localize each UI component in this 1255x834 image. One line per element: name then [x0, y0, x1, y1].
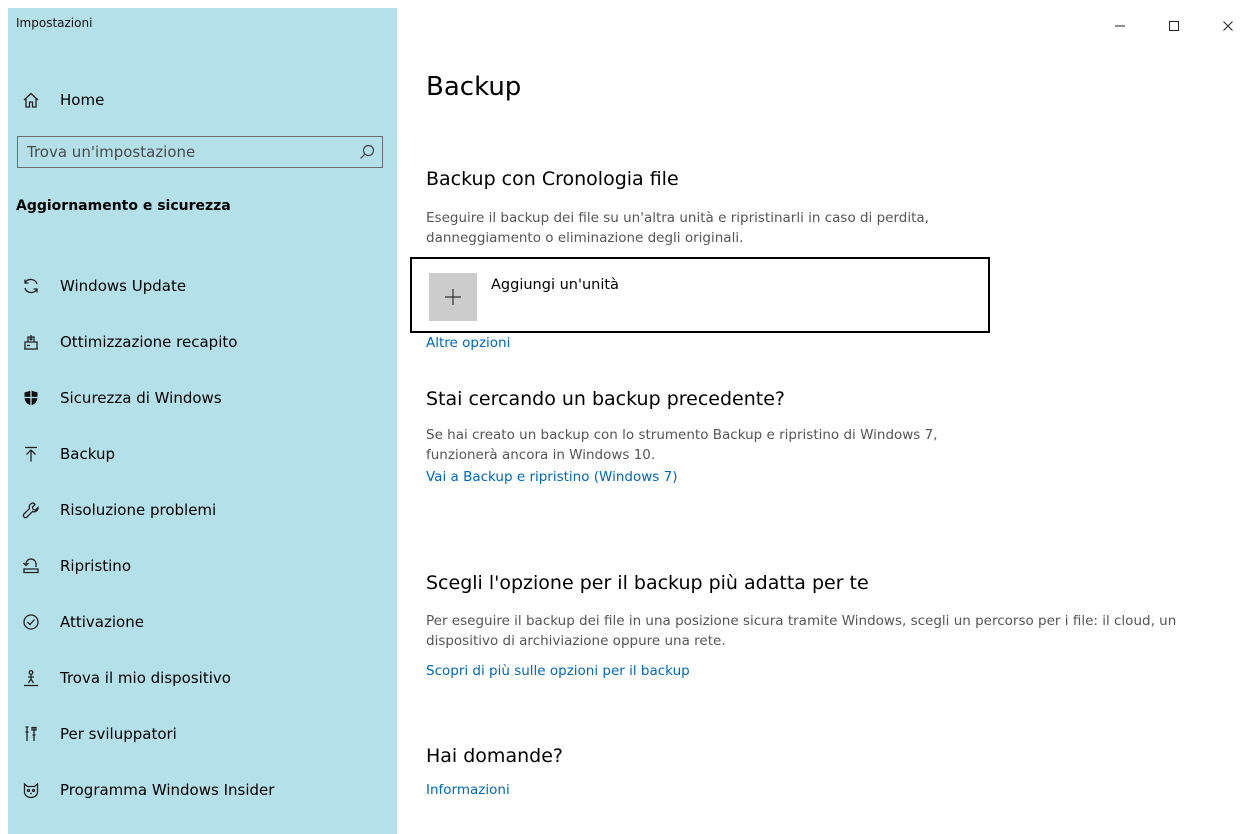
- wrench-icon: [16, 501, 46, 519]
- sidebar-item-find-my-device[interactable]: Trova il mio dispositivo: [8, 650, 397, 706]
- plus-icon: [429, 273, 477, 321]
- check-circle-icon: [16, 613, 46, 631]
- sidebar-nav: Windows Update Ottimizzazione recapito S…: [8, 258, 397, 818]
- shield-icon: [16, 389, 46, 407]
- sidebar-item-label: Home: [60, 91, 105, 109]
- questions-heading: Hai domande?: [426, 745, 563, 767]
- sidebar-item-label: Windows Update: [60, 277, 187, 295]
- choose-option-description: Per eseguire il backup dei file in una p…: [426, 613, 1177, 649]
- sidebar-item-backup[interactable]: Backup: [8, 426, 397, 482]
- sidebar-item-home[interactable]: Home: [16, 87, 104, 113]
- home-icon: [16, 91, 46, 109]
- sidebar: Impostazioni Home Aggiornamento e sicure…: [8, 8, 397, 834]
- sidebar-item-delivery-optimization[interactable]: Ottimizzazione recapito: [8, 314, 397, 370]
- maximize-icon: [1169, 21, 1179, 31]
- upload-arrow-icon: [16, 445, 46, 463]
- recovery-icon: [16, 557, 46, 575]
- sidebar-item-label: Ripristino: [60, 557, 131, 575]
- older-backup-description: Se hai creato un backup con lo strumento…: [426, 427, 938, 463]
- sidebar-item-label: Risoluzione problemi: [60, 501, 217, 519]
- search-icon[interactable]: [352, 143, 382, 161]
- sidebar-item-recovery[interactable]: Ripristino: [8, 538, 397, 594]
- learn-backup-options-link[interactable]: Scopri di più sulle opzioni per il backu…: [426, 663, 690, 679]
- add-drive-label: Aggiungi un'unità: [491, 277, 619, 293]
- sidebar-item-windows-insider[interactable]: Programma Windows Insider: [8, 762, 397, 818]
- refresh-icon: [16, 277, 46, 295]
- sidebar-item-windows-update[interactable]: Windows Update: [8, 258, 397, 314]
- info-link[interactable]: Informazioni: [426, 782, 510, 798]
- search-box[interactable]: [17, 136, 383, 168]
- sidebar-item-label: Programma Windows Insider: [60, 781, 275, 799]
- sidebar-item-label: Ottimizzazione recapito: [60, 333, 238, 351]
- sidebar-item-activation[interactable]: Attivazione: [8, 594, 397, 650]
- sidebar-item-label: Attivazione: [60, 613, 144, 631]
- page-title: Backup: [426, 72, 522, 102]
- insider-cat-icon: [16, 781, 46, 799]
- app-title: Impostazioni: [16, 16, 93, 30]
- sidebar-item-label: Backup: [60, 445, 115, 463]
- sidebar-item-developers[interactable]: Per sviluppatori: [8, 706, 397, 762]
- choose-option-heading: Scegli l'opzione per il backup più adatt…: [426, 572, 869, 594]
- file-history-heading: Backup con Cronologia file: [426, 168, 679, 190]
- delivery-optimization-icon: [16, 333, 46, 351]
- developer-tools-icon: [16, 725, 46, 743]
- older-backup-heading: Stai cercando un backup precedente?: [426, 388, 785, 410]
- more-options-link[interactable]: Altre opzioni: [426, 335, 510, 351]
- add-drive-button[interactable]: Aggiungi un'unità: [410, 257, 990, 333]
- search-input[interactable]: [27, 143, 352, 161]
- maximize-button[interactable]: [1147, 12, 1201, 40]
- sidebar-item-label: Sicurezza di Windows: [60, 389, 222, 407]
- sidebar-item-troubleshoot[interactable]: Risoluzione problemi: [8, 482, 397, 538]
- sidebar-item-label: Per sviluppatori: [60, 725, 177, 743]
- minimize-button[interactable]: [1093, 12, 1147, 40]
- sidebar-item-label: Trova il mio dispositivo: [60, 669, 231, 687]
- window-controls: [1093, 12, 1255, 40]
- close-button[interactable]: [1201, 12, 1255, 40]
- section-title: Aggiornamento e sicurezza: [16, 198, 231, 214]
- minimize-icon: [1115, 25, 1125, 27]
- close-icon: [1223, 21, 1233, 31]
- sidebar-item-windows-security[interactable]: Sicurezza di Windows: [8, 370, 397, 426]
- backup-restore-win7-link[interactable]: Vai a Backup e ripristino (Windows 7): [426, 469, 677, 485]
- person-locate-icon: [16, 669, 46, 687]
- file-history-description: Eseguire il backup dei file su un'altra …: [426, 210, 929, 246]
